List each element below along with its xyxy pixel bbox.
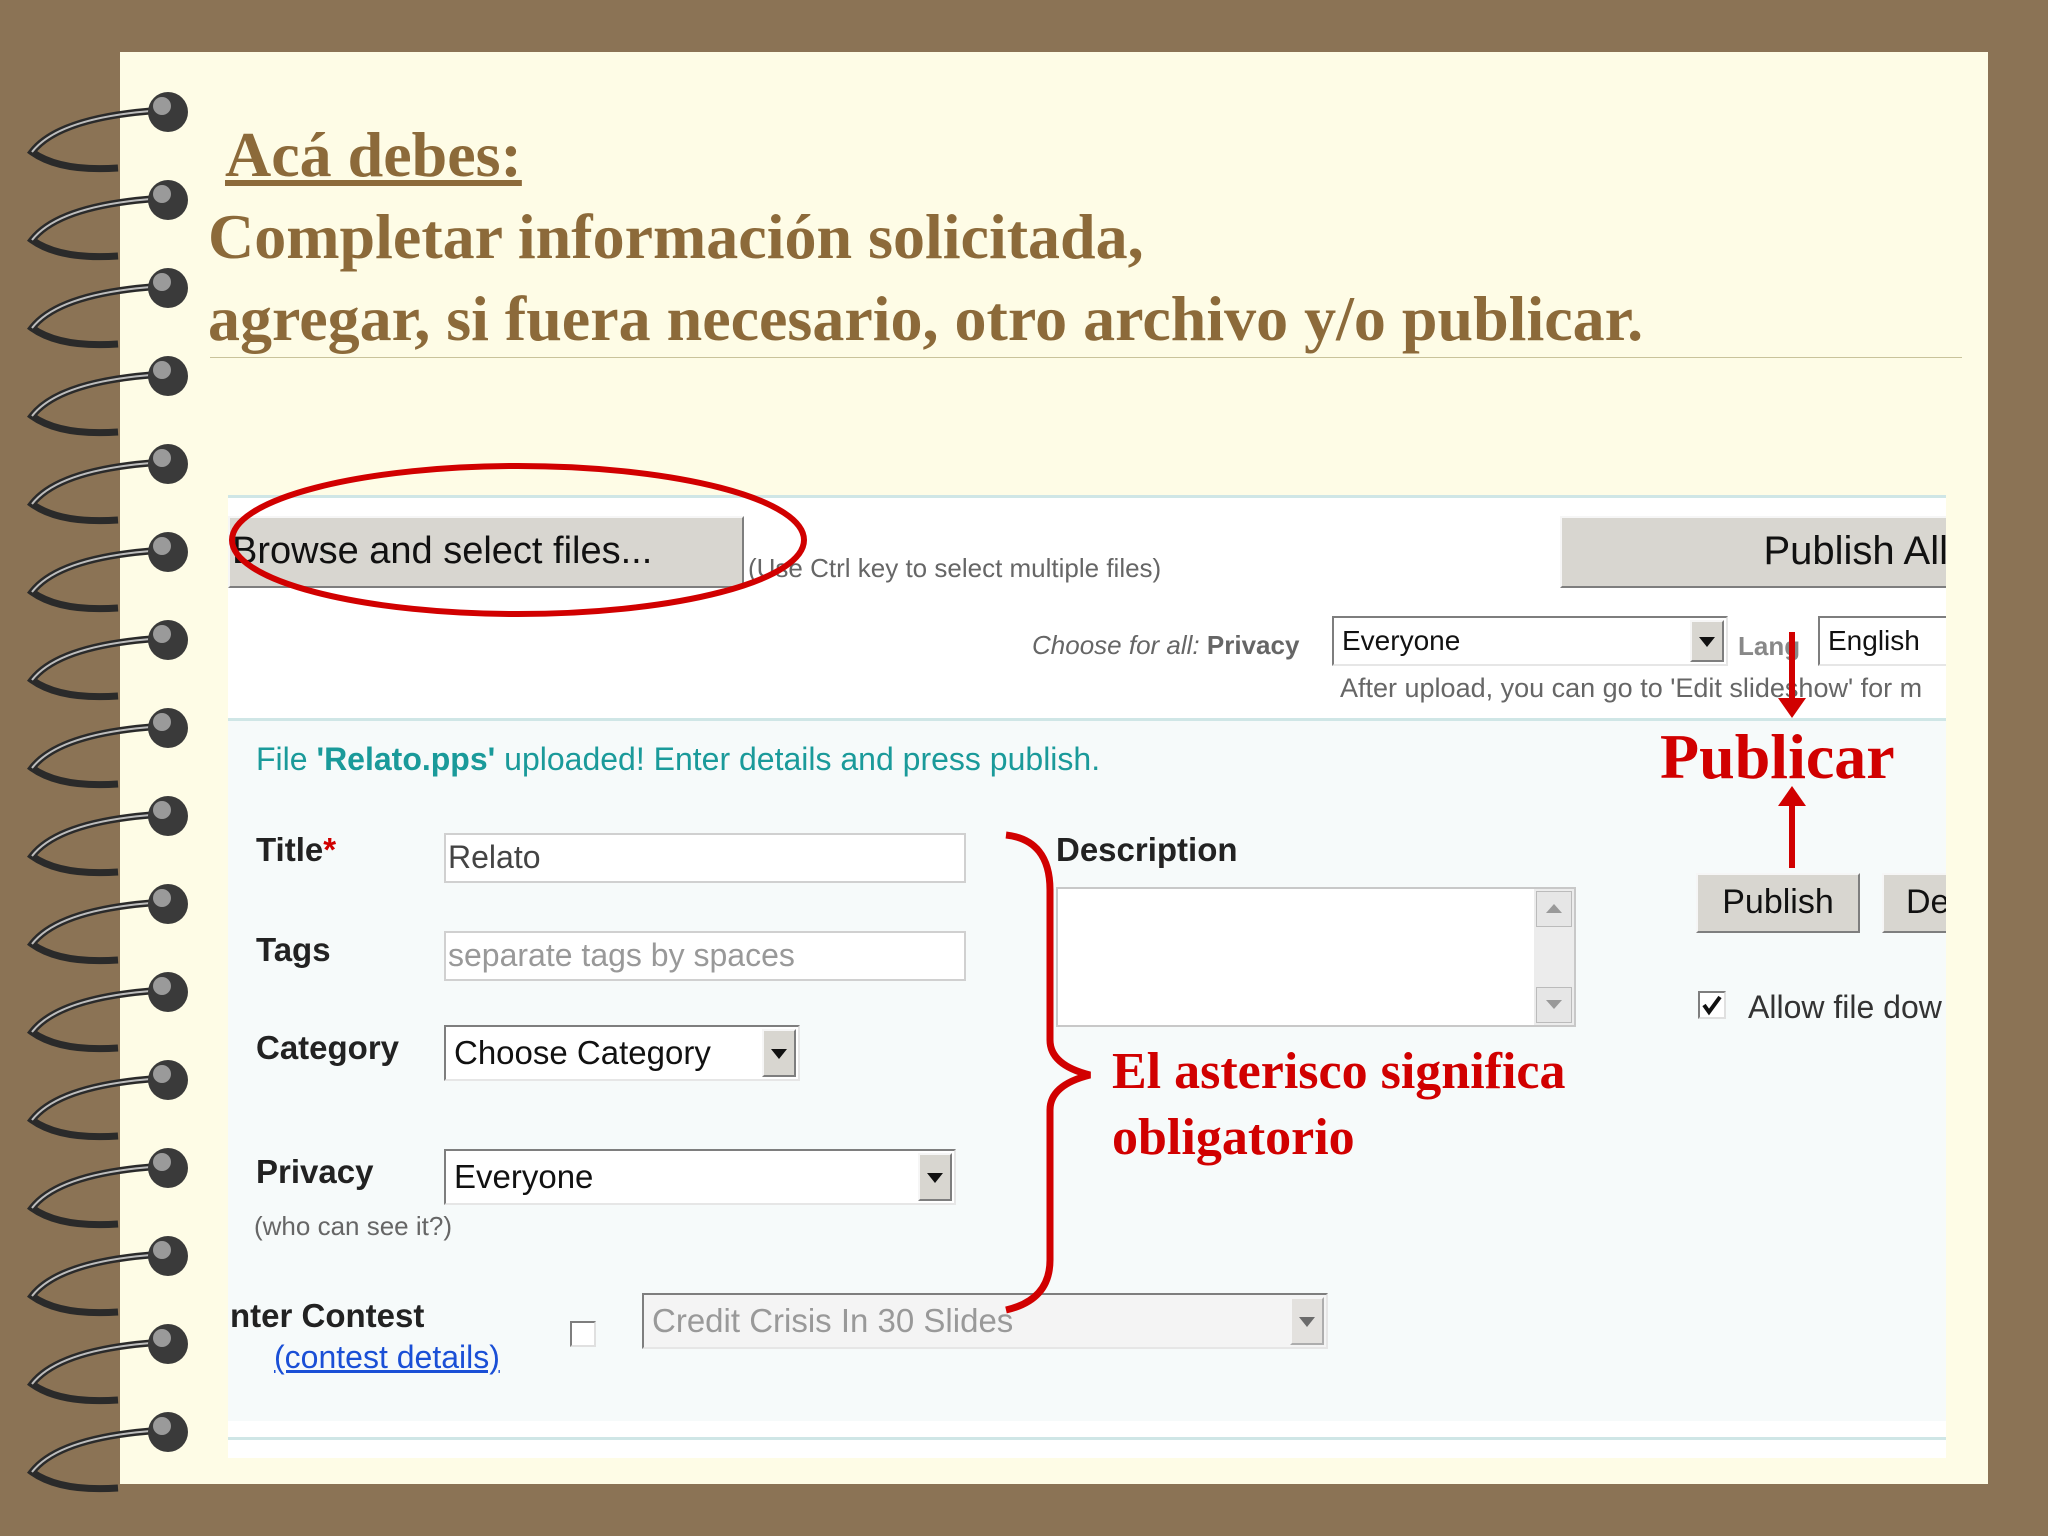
description-label: Description: [1056, 831, 1238, 868]
slide-heading: Acá debes:: [225, 119, 522, 190]
title-label-text: Title: [256, 831, 324, 868]
required-asterisk: *: [323, 831, 337, 868]
file-details-panel: File 'Relato.pps' uploaded! Enter detail…: [228, 718, 1946, 1421]
heading-divider: [210, 357, 1962, 358]
chevron-down-icon[interactable]: [1690, 620, 1724, 662]
checkmark-icon: [1702, 995, 1722, 1016]
chevron-down-icon[interactable]: [762, 1029, 796, 1077]
description-scrollbar[interactable]: [1534, 889, 1574, 1025]
allow-download-checkbox[interactable]: [1698, 991, 1726, 1019]
binding-hole-shine: [153, 273, 171, 291]
tags-input[interactable]: separate tags by spaces: [444, 931, 966, 981]
privacy-all-select[interactable]: Everyone: [1332, 616, 1728, 666]
binding-hole-shine: [153, 97, 171, 115]
browse-hint: (Use Ctrl key to select multiple files): [748, 553, 1162, 583]
contest-label: nter Contest: [230, 1297, 425, 1334]
binding-hole-shine: [153, 185, 171, 203]
privacy-value: Everyone: [454, 1158, 594, 1195]
binding-hole-shine: [153, 1417, 171, 1435]
contest-checkbox[interactable]: [570, 1321, 596, 1347]
chevron-down-icon[interactable]: [918, 1153, 952, 1201]
publish-all-button[interactable]: Publish All: [1560, 516, 1946, 588]
privacy-all-value: Everyone: [1342, 625, 1461, 656]
binding-hole-shine: [153, 801, 171, 819]
upload-screenshot: Browse and select files... (Use Ctrl key…: [228, 495, 1946, 1458]
bottom-divider: [228, 1437, 1946, 1440]
publish-all-label: Publish All: [1763, 529, 1946, 573]
status-suffix: uploaded! Enter details and press publis…: [495, 741, 1101, 777]
asterisk-note-line-1: El asterisco significa: [1112, 1043, 1566, 1100]
binding-hole-shine: [153, 1329, 171, 1347]
browse-files-label: Browse and select files...: [232, 530, 653, 572]
binding-hole-shine: [153, 537, 171, 555]
after-upload-note: After upload, you can go to 'Edit slides…: [1340, 673, 1923, 703]
binding-hole-shine: [153, 1153, 171, 1171]
binding-hole-shine: [153, 361, 171, 379]
lang-select[interactable]: English: [1818, 616, 1946, 666]
choose-for-all-label: Choose for all: Privacy: [1032, 630, 1299, 661]
contest-details-link[interactable]: (contest details): [274, 1339, 500, 1376]
tags-label: Tags: [256, 931, 331, 968]
slide-instruction-line-2: agregar, si fuera necesario, otro archiv…: [208, 283, 1644, 354]
title-label: Title*: [256, 831, 336, 869]
asterisk-note-line-2: obligatorio: [1112, 1109, 1355, 1166]
category-value: Choose Category: [454, 1034, 711, 1071]
status-prefix: File: [256, 741, 317, 777]
publish-label: Publish: [1722, 883, 1834, 921]
description-textarea[interactable]: [1056, 887, 1576, 1027]
privacy-hint: (who can see it?): [254, 1211, 452, 1241]
scroll-up-icon[interactable]: [1536, 891, 1572, 927]
lang-value: English: [1828, 625, 1920, 656]
choose-for-all-text: Choose for all:: [1032, 630, 1200, 660]
binding-hole-shine: [153, 1065, 171, 1083]
publish-button[interactable]: Publish: [1696, 873, 1860, 933]
delete-label: De: [1906, 883, 1946, 921]
category-label: Category: [256, 1029, 400, 1066]
binding-hole-shine: [153, 977, 171, 995]
lang-label: Lang: [1738, 631, 1801, 661]
allow-download-label: Allow file dow: [1748, 989, 1942, 1025]
chevron-down-icon[interactable]: [1290, 1297, 1324, 1345]
binding-hole-shine: [153, 625, 171, 643]
publicar-annotation: Publicar: [1660, 721, 1895, 792]
slide-instruction-line-1: Completar información solicitada,: [208, 201, 1144, 272]
privacy-select[interactable]: Everyone: [444, 1149, 956, 1205]
contest-value: Credit Crisis In 30 Slides: [652, 1302, 1014, 1339]
title-input[interactable]: Relato: [444, 833, 966, 883]
browse-files-button[interactable]: Browse and select files...: [228, 516, 744, 588]
privacy-label: Privacy: [256, 1153, 374, 1190]
scroll-down-icon[interactable]: [1536, 987, 1572, 1023]
contest-select[interactable]: Credit Crisis In 30 Slides: [642, 1293, 1328, 1349]
spiral-binding-icon: [26, 92, 188, 1493]
status-file-name: 'Relato.pps': [316, 741, 496, 777]
category-select[interactable]: Choose Category: [444, 1025, 800, 1081]
binding-hole-shine: [153, 713, 171, 731]
binding-hole-shine: [153, 449, 171, 467]
upload-status: File 'Relato.pps' uploaded! Enter detail…: [256, 741, 1100, 778]
delete-button[interactable]: De: [1882, 873, 1946, 933]
binding-hole-shine: [153, 889, 171, 907]
privacy-all-label: Privacy: [1206, 630, 1300, 660]
binding-hole-shine: [153, 1241, 171, 1259]
